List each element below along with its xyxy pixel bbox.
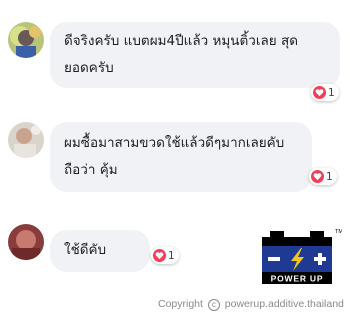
copyright-icon: c xyxy=(207,299,220,311)
heart-icon xyxy=(311,170,324,183)
reaction-badge[interactable]: 1 xyxy=(151,247,179,264)
reaction-badge[interactable]: 1 xyxy=(309,168,337,185)
reaction-count: 1 xyxy=(168,249,175,262)
copyright-footer: Copyright c powerup.additive.thailand xyxy=(158,298,344,311)
power-up-logo: POWER UP TM xyxy=(260,227,343,289)
comment-text-line: ดีจริงครับ แบตผม4ปีแล้ว หมุนติ้วเลย สุด xyxy=(64,33,298,49)
reaction-count: 1 xyxy=(328,86,335,99)
reaction-count: 1 xyxy=(326,170,333,183)
comment-bubble: ผมซื้อมาสามขวดใช้แล้วดีๆมากเลยคับ ถือว่า… xyxy=(50,122,312,192)
comment-text-line: ถือว่า คุ้ม xyxy=(64,162,118,178)
copyright-handle: powerup.additive.thailand xyxy=(224,298,344,310)
avatar[interactable] xyxy=(8,122,44,158)
comment-bubble: ดีจริงครับ แบตผม4ปีแล้ว หมุนติ้วเลย สุด … xyxy=(50,22,340,88)
avatar[interactable] xyxy=(8,22,44,58)
avatar[interactable] xyxy=(8,224,44,260)
heart-icon xyxy=(153,249,166,262)
reaction-badge[interactable]: 1 xyxy=(311,84,339,101)
comment-bubble: ใช้ดีคับ xyxy=(50,230,150,272)
copyright-word: Copyright xyxy=(158,298,203,310)
trademark-mark: TM xyxy=(335,229,342,235)
comment-text-line: ใช้ดีคับ xyxy=(64,242,107,258)
comment-text-line: ยอดครับ xyxy=(64,60,114,76)
comment-text-line: ผมซื้อมาสามขวดใช้แล้วดีๆมากเลยคับ xyxy=(64,135,285,151)
logo-text: POWER UP xyxy=(271,274,324,284)
heart-icon xyxy=(313,86,326,99)
